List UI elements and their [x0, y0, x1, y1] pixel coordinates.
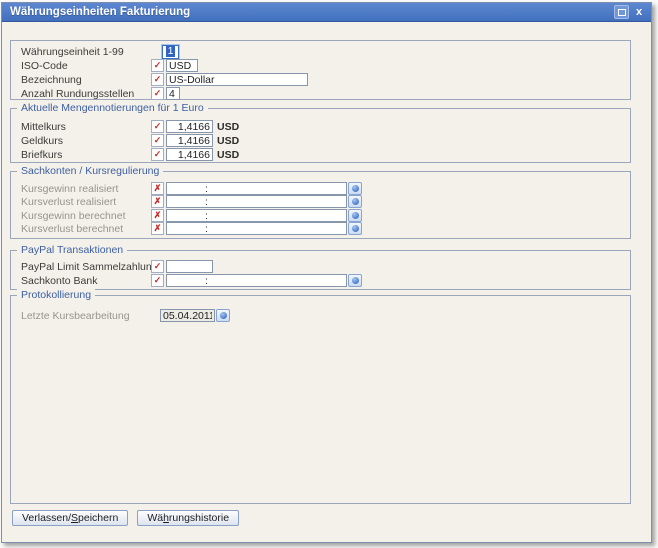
kursverlust-berechnet-input[interactable]: [166, 222, 347, 235]
group-paypal-legend: PayPal Transaktionen: [17, 244, 127, 256]
group-protocol: Protokollierung Letzte Kursbearbeitung: [10, 295, 631, 504]
bezeichnung-label: Bezeichnung: [21, 74, 151, 86]
rundungsstellen-input[interactable]: [166, 87, 180, 100]
mittelkurs-input[interactable]: [166, 120, 213, 133]
check-icon[interactable]: ✓: [151, 260, 164, 273]
letzte-kursbearbeitung-input[interactable]: [160, 309, 215, 322]
sachkonto-bank-input[interactable]: [166, 274, 347, 287]
bezeichnung-input[interactable]: [166, 73, 308, 86]
cross-icon[interactable]: ✗: [151, 182, 164, 195]
paypal-limit-input[interactable]: [166, 260, 213, 273]
titlebar[interactable]: Währungseinheiten Fakturierung x: [2, 3, 651, 22]
close-icon[interactable]: x: [633, 6, 645, 18]
group-paypal: PayPal Transaktionen PayPal Limit Sammel…: [10, 250, 631, 290]
lookup-icon[interactable]: [348, 182, 362, 195]
group-general: Währungseinheit 1-99 1 ISO-Code ✓ Bezeic…: [10, 40, 631, 100]
currency-unit-label: USD: [217, 149, 239, 161]
letzte-kursbearbeitung-label: Letzte Kursbearbeitung: [21, 310, 151, 322]
cross-icon[interactable]: ✗: [151, 195, 164, 208]
briefkurs-label: Briefkurs: [21, 149, 151, 161]
geldkurs-label: Geldkurs: [21, 135, 151, 147]
lookup-icon[interactable]: [348, 222, 362, 235]
check-icon[interactable]: ✓: [151, 274, 164, 287]
rundungsstellen-label: Anzahl Rundungsstellen: [21, 88, 151, 100]
currency-unit-label: USD: [217, 135, 239, 147]
group-accounts-legend: Sachkonten / Kursregulierung: [17, 165, 163, 177]
check-icon[interactable]: ✓: [151, 134, 164, 147]
lookup-icon[interactable]: [348, 209, 362, 222]
group-protocol-legend: Protokollierung: [17, 289, 95, 301]
mittelkurs-label: Mittelkurs: [21, 121, 151, 133]
footer: Verlassen/Speichern Währungshistorie: [12, 510, 239, 526]
check-icon[interactable]: ✓: [151, 73, 164, 86]
briefkurs-input[interactable]: [166, 148, 213, 161]
group-quotes-legend: Aktuelle Mengennotierungen für 1 Euro: [17, 102, 208, 114]
currency-unit-label: USD: [217, 121, 239, 133]
verlassen-speichern-button[interactable]: Verlassen/Speichern: [12, 510, 128, 526]
window-title: Währungseinheiten Fakturierung: [2, 6, 190, 18]
geldkurs-input[interactable]: [166, 134, 213, 147]
cross-icon[interactable]: ✗: [151, 222, 164, 235]
calendar-lookup-icon[interactable]: [216, 309, 230, 322]
group-quotes: Aktuelle Mengennotierungen für 1 Euro Mi…: [10, 108, 631, 163]
titlebar-buttons: x: [614, 5, 651, 19]
kursgewinn-berechnet-input[interactable]: [166, 209, 347, 222]
waehrungseinheit-input[interactable]: 1: [162, 45, 179, 59]
sachkonto-bank-label: Sachkonto Bank: [21, 275, 151, 287]
cross-icon[interactable]: ✗: [151, 209, 164, 222]
kursgewinn-berechnet-label: Kursgewinn berechnet: [21, 210, 151, 222]
screen: Währungseinheiten Fakturierung x Währung…: [0, 0, 658, 548]
paypal-limit-label: PayPal Limit Sammelzahlung: [21, 261, 151, 273]
lookup-icon[interactable]: [348, 195, 362, 208]
check-icon[interactable]: ✓: [151, 87, 164, 100]
selected-text: 1: [166, 46, 176, 57]
waehrungseinheit-label: Währungseinheit 1-99: [21, 46, 151, 58]
kursgewinn-realisiert-input[interactable]: [166, 182, 347, 195]
iso-code-label: ISO-Code: [21, 60, 151, 72]
check-icon[interactable]: ✓: [151, 148, 164, 161]
check-icon[interactable]: ✓: [151, 120, 164, 133]
maximize-icon[interactable]: [614, 5, 629, 19]
kursverlust-realisiert-input[interactable]: [166, 195, 347, 208]
kursverlust-berechnet-label: Kursverlust berechnet: [21, 223, 151, 235]
check-icon[interactable]: ✓: [151, 59, 164, 72]
kursverlust-realisiert-label: Kursverlust realisiert: [21, 196, 151, 208]
group-accounts: Sachkonten / Kursregulierung Kursgewinn …: [10, 171, 631, 239]
iso-code-input[interactable]: [166, 59, 198, 72]
waehrungshistorie-button[interactable]: Währungshistorie: [137, 510, 239, 526]
lookup-icon[interactable]: [348, 274, 362, 287]
currency-units-window: Währungseinheiten Fakturierung x Währung…: [1, 2, 652, 543]
kursgewinn-realisiert-label: Kursgewinn realisiert: [21, 183, 151, 195]
